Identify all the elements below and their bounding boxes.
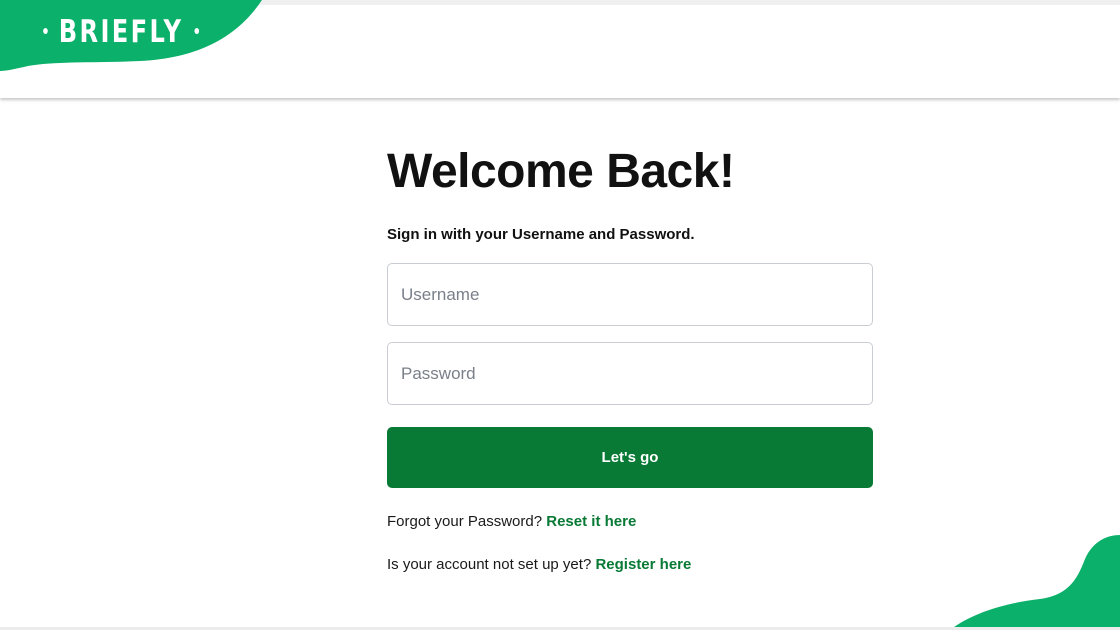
forgot-password-line: Forgot your Password? Reset it here <box>387 512 873 532</box>
brand-name: BRIEFLY <box>58 14 184 50</box>
password-input[interactable] <box>387 342 873 405</box>
lets-go-button[interactable]: Let's go <box>387 427 873 488</box>
register-link[interactable]: Register here <box>595 556 691 573</box>
register-text: Is your account not set up yet? <box>387 556 592 573</box>
reset-password-link[interactable]: Reset it here <box>546 513 636 530</box>
decorative-corner-shape <box>950 535 1120 630</box>
logo-dot-right <box>194 27 199 34</box>
login-subtitle: Sign in with your Username and Password. <box>387 226 695 243</box>
brand-logo[interactable]: BRIEFLY <box>40 12 202 52</box>
username-input[interactable] <box>387 263 873 326</box>
register-line: Is your account not set up yet? Register… <box>387 555 873 575</box>
page-title: Welcome Back! <box>387 145 735 198</box>
forgot-password-text: Forgot your Password? <box>387 513 543 530</box>
logo-dot-left <box>43 27 48 34</box>
login-form: Welcome Back! Sign in with your Username… <box>387 140 873 575</box>
